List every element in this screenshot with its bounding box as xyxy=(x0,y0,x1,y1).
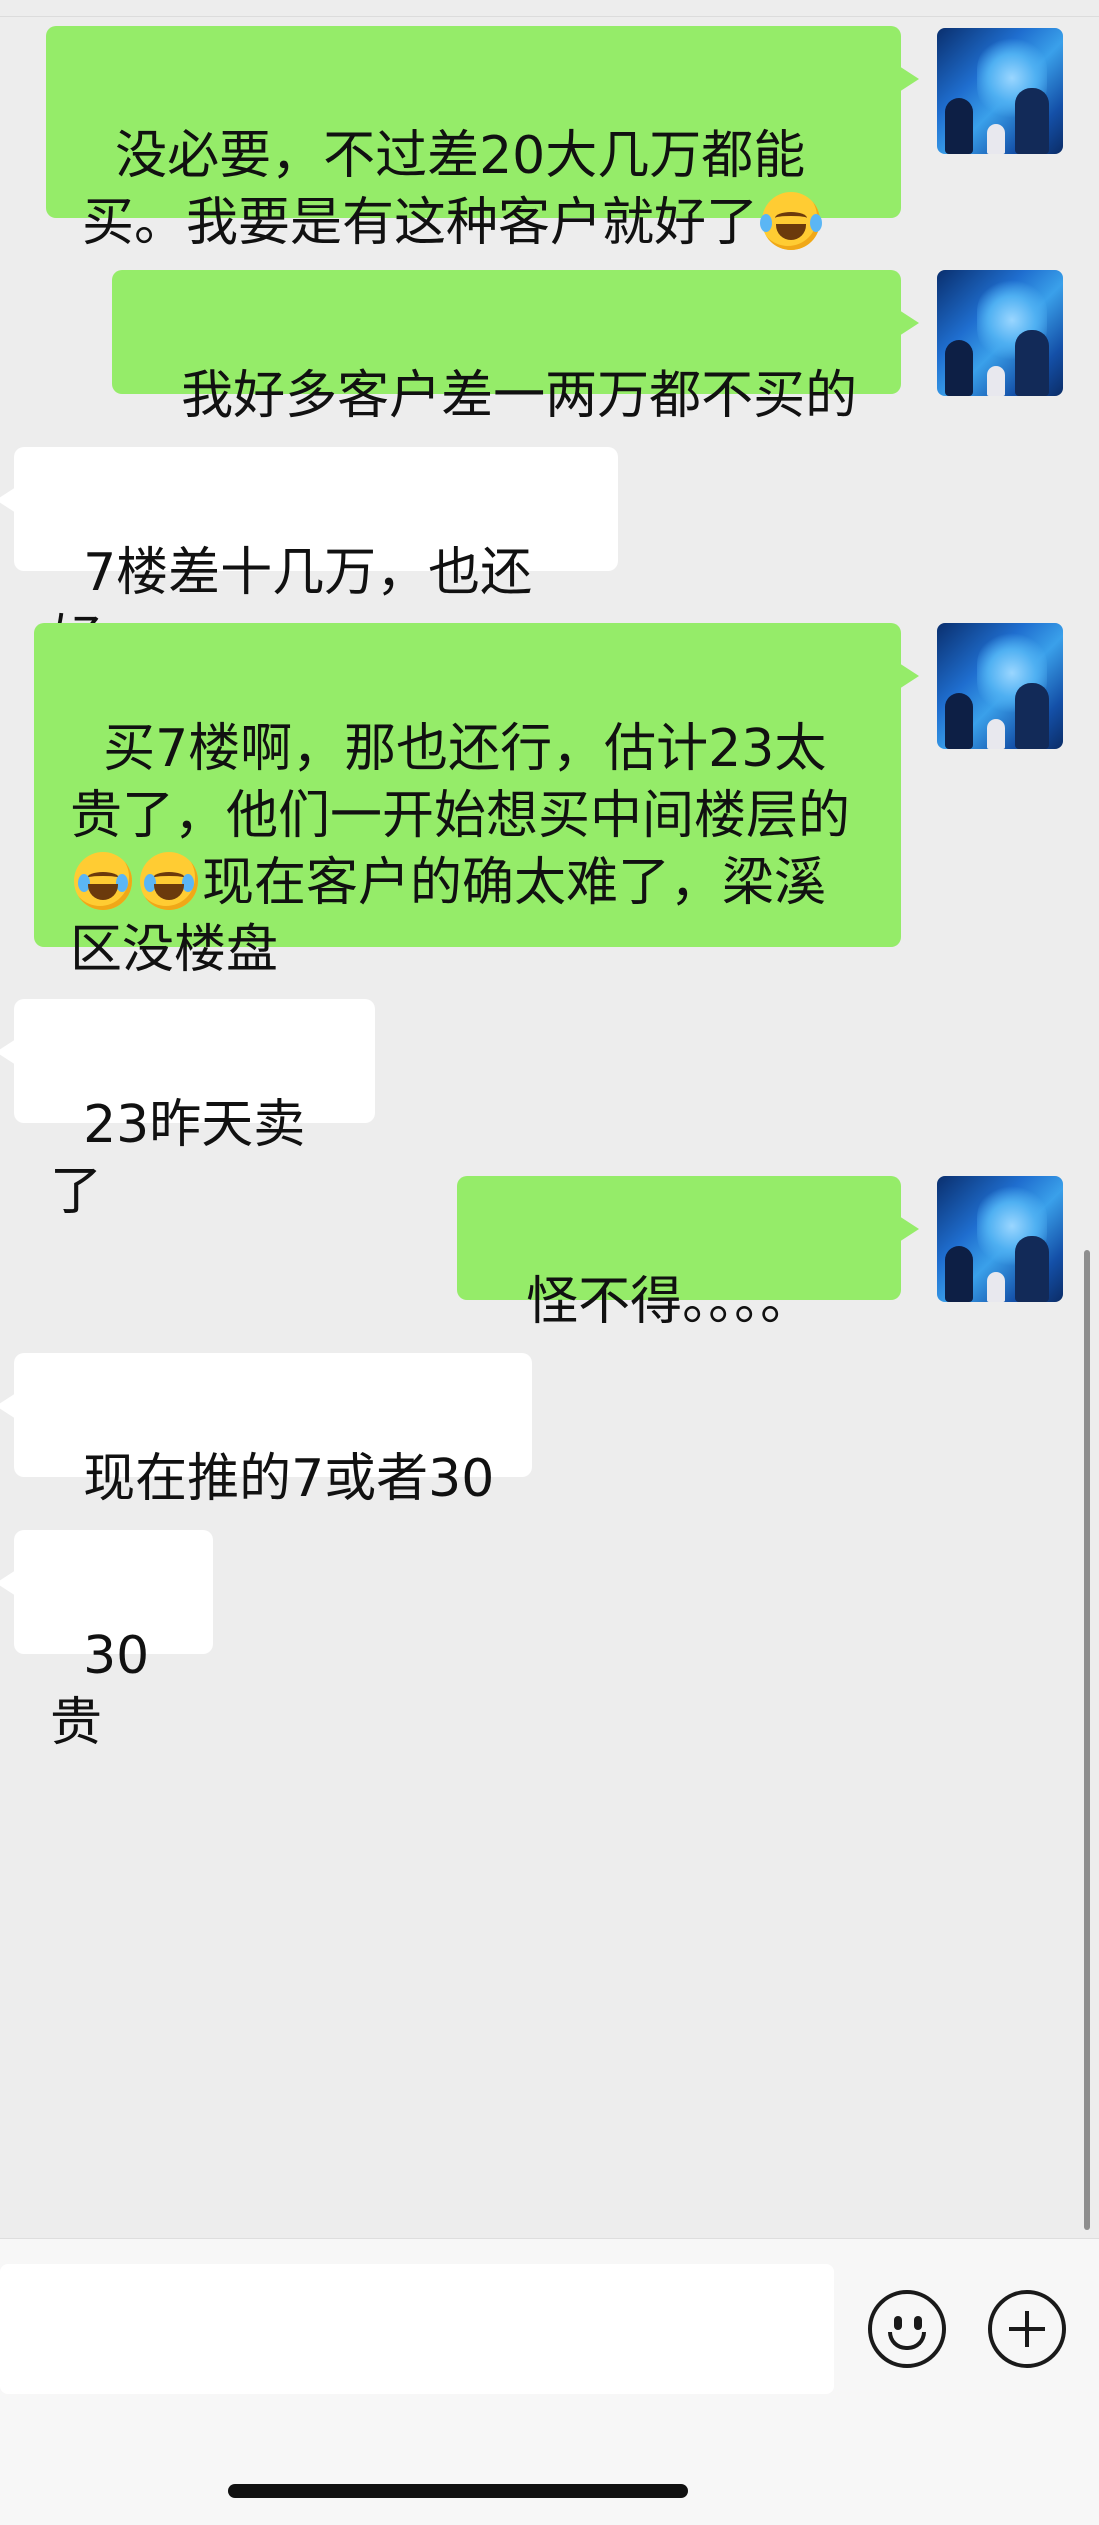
avatar[interactable] xyxy=(937,1176,1063,1302)
message-bubble-incoming[interactable]: 30贵 xyxy=(0,1530,213,1753)
laughing-tears-emoji-icon xyxy=(760,192,823,250)
message-text: 买7楼啊，那也还行，估计23太贵了，他们一开始想买中间楼层的 xyxy=(70,719,851,846)
message-text: 30贵 xyxy=(50,1626,150,1753)
avatar[interactable] xyxy=(937,623,1063,749)
message-bubble-outgoing[interactable]: 我好多客户差一两万都不买的 xyxy=(112,270,919,426)
scrollbar[interactable] xyxy=(1084,1250,1090,2230)
message-bubble-incoming[interactable]: 现在推的7或者30 xyxy=(0,1353,532,1509)
message-text: 我好多客户差一两万都不买的 xyxy=(181,366,858,426)
top-divider xyxy=(0,0,1099,17)
message-bubble-incoming[interactable]: 23昨天卖了 xyxy=(0,999,375,1222)
message-text: 怪不得。。。。 xyxy=(526,1272,813,1332)
message-text: 现在推的7或者30 xyxy=(83,1449,495,1509)
message-bubble-outgoing[interactable]: 买7楼啊，那也还行，估计23太贵了，他们一开始想买中间楼层的 现在客户的确太难了，… xyxy=(34,623,919,980)
message-text: 没必要，不过差20大几万都能买。我要是有这种客户就好了 xyxy=(82,126,806,253)
avatar[interactable] xyxy=(937,270,1063,396)
message-bubble-outgoing[interactable]: 怪不得。。。。 xyxy=(457,1176,919,1332)
home-indicator[interactable] xyxy=(228,2484,688,2498)
plus-icon[interactable] xyxy=(988,2290,1066,2368)
message-bubble-outgoing[interactable]: 没必要，不过差20大几万都能买。我要是有这种客户就好了 xyxy=(46,26,919,253)
message-bubble-incoming[interactable]: 7楼差十几万，也还好 xyxy=(0,447,618,670)
message-input[interactable] xyxy=(0,2264,834,2394)
message-text: 23昨天卖了 xyxy=(50,1095,306,1222)
smile-icon[interactable] xyxy=(868,2290,946,2368)
crying-emoji-icon xyxy=(140,852,198,910)
crying-emoji-icon xyxy=(74,852,132,910)
avatar[interactable] xyxy=(937,28,1063,154)
